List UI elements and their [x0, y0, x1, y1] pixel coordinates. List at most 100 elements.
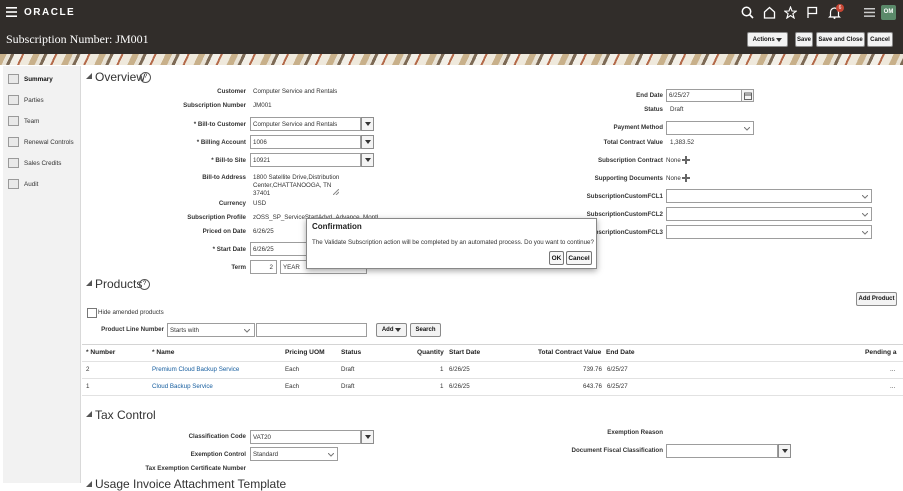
sidebar-item-audit[interactable]: Audit	[8, 176, 38, 192]
hide-amended-label: Hide amended products	[98, 309, 164, 316]
end-date-input[interactable]: 6/25/27	[666, 89, 742, 102]
home-icon[interactable]	[763, 6, 776, 21]
priced-on-date-label: Priced on Date	[202, 228, 246, 235]
calendar-icon[interactable]	[742, 89, 754, 102]
col-number[interactable]: * Number	[86, 349, 115, 356]
bill-to-customer-dropdown-button[interactable]	[361, 117, 374, 131]
document-fiscal-classification-input[interactable]	[666, 444, 778, 458]
cancel-button[interactable]: Cancel	[867, 32, 893, 47]
customer-value: Computer Service and Rentals	[253, 88, 338, 95]
sidebar-item-sales-credits[interactable]: Sales Credits	[8, 155, 61, 171]
chevron-down-icon	[781, 449, 788, 453]
page-header-bar: Subscription Number: JM001 Actions Save …	[0, 25, 903, 54]
bill-to-customer-label: * Bill-to Customer	[193, 121, 246, 128]
sidebar-item-summary[interactable]: Summary	[8, 71, 53, 87]
subscription-profile-label: Subscription Profile	[187, 214, 246, 221]
supporting-documents-label: Supporting Documents	[594, 175, 663, 182]
settings-list-icon[interactable]	[863, 6, 876, 21]
total-contract-value: 1,383.52	[670, 139, 695, 146]
classification-code-dropdown-button[interactable]	[361, 430, 374, 444]
table-row[interactable]: 2 Premium Cloud Backup Service Each Draf…	[82, 362, 903, 378]
document-fiscal-classification-dropdown-button[interactable]	[778, 444, 791, 458]
add-menu-button[interactable]: Add	[376, 323, 407, 337]
classification-code-label: Classification Code	[188, 433, 246, 440]
help-icon[interactable]: ?	[139, 279, 150, 290]
payment-method-select[interactable]	[666, 121, 754, 135]
save-and-close-button[interactable]: Save and Close	[816, 32, 865, 47]
billing-account-dropdown-button[interactable]	[361, 135, 374, 149]
table-row[interactable]: 1 Cloud Backup Service Each Draft 1 6/26…	[82, 379, 903, 395]
customer-label: Customer	[217, 88, 246, 95]
sidebar-item-parties[interactable]: Parties	[8, 92, 44, 108]
subscription-number-value: JM001	[253, 102, 272, 109]
total-contract-value-label: Total Contract Value	[603, 139, 663, 146]
user-avatar[interactable]: OM	[881, 5, 896, 20]
sidebar-item-renewal-controls[interactable]: Renewal Controls	[8, 134, 74, 150]
products-collapse-icon[interactable]	[86, 280, 92, 288]
help-icon[interactable]: ?	[140, 72, 151, 83]
bill-to-site-input[interactable]: 10921	[250, 153, 361, 167]
hide-amended-checkbox[interactable]	[87, 308, 97, 318]
flag-icon[interactable]	[806, 6, 819, 21]
chevron-down-icon	[327, 452, 335, 459]
col-status[interactable]: Status	[341, 349, 361, 356]
resize-handle-icon[interactable]	[332, 188, 340, 197]
col-total-contract-value[interactable]: Total Contract Value	[538, 349, 601, 356]
actions-menu-button[interactable]: Actions	[747, 32, 788, 47]
col-pending[interactable]: Pending a	[865, 349, 897, 356]
chevron-down-icon	[395, 328, 402, 332]
add-contract-plus-icon[interactable]	[682, 156, 690, 166]
product-line-search-input[interactable]	[256, 323, 367, 337]
favorites-star-icon[interactable]	[783, 5, 798, 21]
tax-control-collapse-icon[interactable]	[86, 411, 92, 419]
search-icon[interactable]	[741, 6, 754, 21]
term-label: Term	[231, 264, 246, 271]
product-name-link[interactable]: Premium Cloud Backup Service	[152, 366, 239, 373]
team-icon	[8, 116, 19, 126]
classification-code-input[interactable]: VAT20	[250, 430, 361, 444]
billing-account-input[interactable]: 1006	[250, 135, 361, 149]
chevron-down-icon	[364, 158, 371, 162]
operator-select[interactable]: Starts with	[167, 323, 255, 337]
bill-to-customer-input[interactable]: Computer Service and Rentals	[250, 117, 361, 131]
exemption-control-select[interactable]: Standard	[250, 447, 338, 461]
custom-fcl1-select[interactable]	[666, 189, 872, 203]
dialog-message: The Validate Subscription action will be…	[312, 239, 594, 246]
notification-count-badge: 6	[836, 4, 844, 12]
sidebar-item-team[interactable]: Team	[8, 113, 39, 129]
bill-to-site-dropdown-button[interactable]	[361, 153, 374, 167]
custom-fcl2-label: SubscriptionCustomFCL2	[586, 211, 663, 218]
chevron-down-icon	[861, 194, 869, 201]
col-quantity[interactable]: Quantity	[417, 349, 444, 356]
product-name-link[interactable]: Cloud Backup Service	[152, 383, 213, 390]
add-document-plus-icon[interactable]	[682, 174, 690, 184]
confirmation-dialog: Confirmation The Validate Subscription a…	[306, 218, 597, 269]
term-value-input[interactable]: 2	[250, 260, 277, 274]
add-product-button[interactable]: Add Product	[856, 292, 897, 306]
save-button[interactable]: Save	[795, 32, 813, 47]
hamburger-menu-icon[interactable]	[6, 7, 17, 17]
oracle-logo[interactable]: ORACLE	[24, 7, 75, 18]
search-button[interactable]: Search	[410, 323, 441, 337]
bill-to-address-value[interactable]: 1800 Satellite Drive,Distribution Center…	[253, 174, 339, 198]
chevron-down-icon	[364, 140, 371, 144]
col-pricing-uom[interactable]: Pricing UOM	[285, 349, 325, 356]
custom-fcl3-select[interactable]	[666, 225, 872, 239]
row-divider	[82, 395, 903, 396]
overview-collapse-icon[interactable]	[86, 73, 92, 81]
sidebar: Summary Parties Team Renewal Controls Sa…	[3, 66, 81, 483]
currency-value: USD	[253, 200, 267, 207]
col-name[interactable]: * Name	[152, 349, 174, 356]
start-date-input[interactable]: 6/26/25	[250, 242, 312, 256]
usage-collapse-icon[interactable]	[86, 481, 92, 489]
col-end-date[interactable]: End Date	[606, 349, 635, 356]
tax-exemption-certificate-label: Tax Exemption Certificate Number	[145, 465, 246, 472]
col-start-date[interactable]: Start Date	[449, 349, 480, 356]
custom-fcl2-select[interactable]	[666, 207, 872, 221]
chevron-down-icon	[243, 328, 251, 335]
custom-fcl1-label: SubscriptionCustomFCL1	[586, 193, 663, 200]
dialog-cancel-button[interactable]: Cancel	[566, 251, 592, 265]
summary-icon	[8, 74, 19, 84]
chevron-down-icon	[364, 435, 371, 439]
dialog-ok-button[interactable]: OK	[549, 251, 564, 265]
